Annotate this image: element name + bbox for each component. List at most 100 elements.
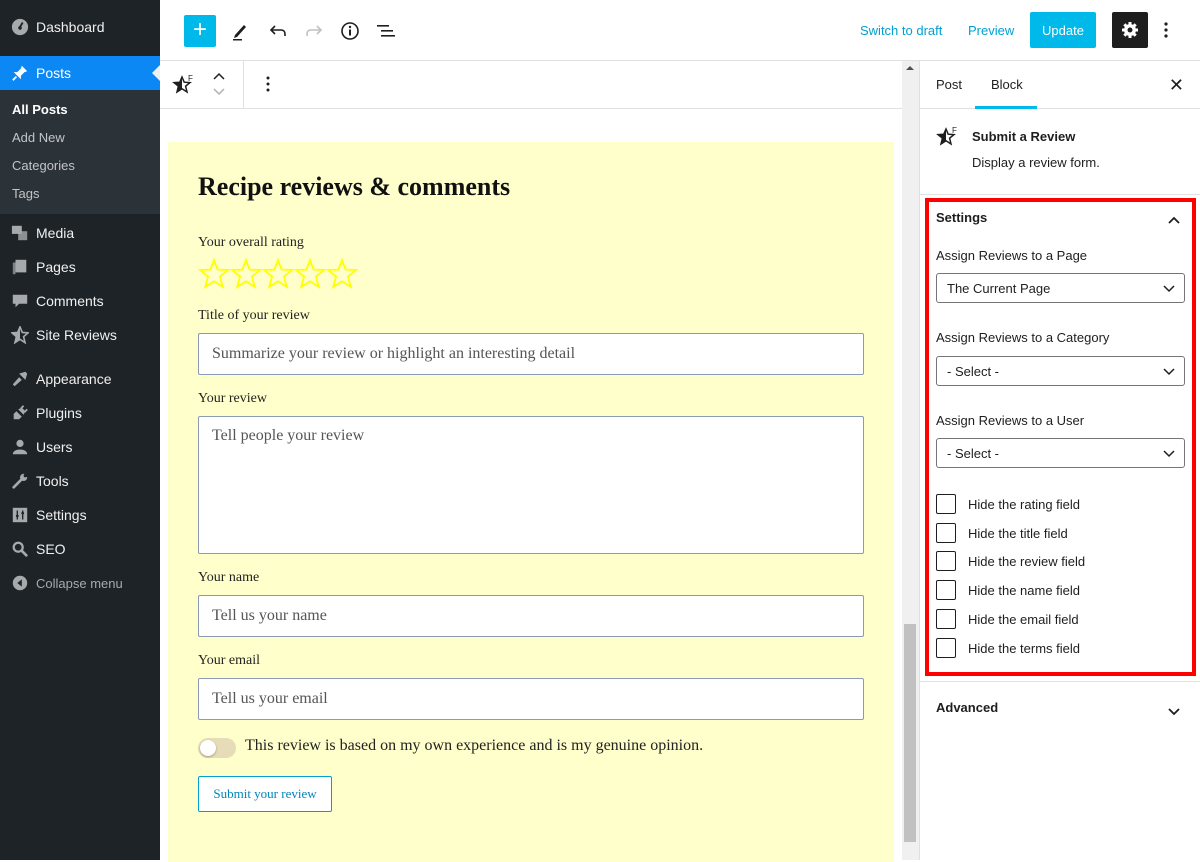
sidebar-item-label: Appearance xyxy=(36,371,112,387)
submenu-tags[interactable]: Tags xyxy=(0,180,160,208)
submenu-all-posts[interactable]: All Posts xyxy=(0,96,160,124)
user-icon xyxy=(10,437,30,457)
details-button[interactable] xyxy=(334,15,366,47)
block-toolbar: F xyxy=(160,61,902,109)
review-block-icon: F xyxy=(172,74,193,94)
sidebar-item-label: Tools xyxy=(36,473,69,489)
name-label: Your name xyxy=(198,570,260,585)
undo-button[interactable] xyxy=(262,15,294,47)
review-textarea[interactable]: Tell people your review xyxy=(198,416,864,554)
sidebar-item-label: Pages xyxy=(36,259,76,275)
info-icon xyxy=(341,22,359,40)
chevron-down-icon xyxy=(213,88,225,96)
scroll-up-arrow-icon[interactable] xyxy=(906,66,914,70)
close-icon[interactable]: ✕ xyxy=(1169,75,1184,96)
preview-button[interactable]: Preview xyxy=(968,23,1014,38)
block-heading: Recipe reviews & comments xyxy=(198,172,511,201)
undo-icon xyxy=(269,25,286,36)
list-view-icon xyxy=(377,25,395,37)
add-block-button[interactable]: + xyxy=(184,15,216,47)
email-input[interactable]: Tell us your email xyxy=(198,678,864,720)
search-icon xyxy=(10,539,30,559)
settings-toggle-button[interactable] xyxy=(1112,12,1148,48)
review-title-input[interactable]: Summarize your review or highlight an in… xyxy=(198,333,864,375)
sidebar-item-appearance[interactable]: Appearance xyxy=(0,362,160,396)
rating-star-icon[interactable] xyxy=(262,258,294,290)
submit-review-block[interactable]: Recipe reviews & comments Your overall r… xyxy=(168,142,894,862)
collapse-icon xyxy=(10,573,30,593)
admin-sidebar: Dashboard Posts All Posts Add New Catego… xyxy=(0,0,160,860)
rating-star-icon[interactable] xyxy=(294,258,326,290)
tab-post[interactable]: Post xyxy=(936,77,962,92)
tools-button[interactable] xyxy=(224,15,256,47)
submit-review-button[interactable]: Submit your review xyxy=(198,776,332,812)
chevron-up-icon xyxy=(213,72,225,80)
name-input[interactable]: Tell us your name xyxy=(198,595,864,637)
sidebar-item-plugins[interactable]: Plugins xyxy=(0,396,160,430)
sidebar-item-site-reviews[interactable]: Site Reviews xyxy=(0,318,160,352)
more-options-button[interactable] xyxy=(1156,14,1176,46)
sidebar-item-settings[interactable]: Settings xyxy=(0,498,160,532)
submenu-add-new[interactable]: Add New xyxy=(0,124,160,152)
block-card-title: Submit a Review xyxy=(972,129,1076,144)
canvas-scrollbar[interactable] xyxy=(902,61,919,860)
pin-icon xyxy=(10,63,30,83)
block-card: F Submit a Review Display a review form. xyxy=(920,109,1200,195)
sidebar-item-label: Media xyxy=(36,225,75,241)
sidebar-item-media[interactable]: Media xyxy=(0,216,160,250)
svg-text:F: F xyxy=(952,126,957,135)
pages-icon xyxy=(10,257,30,277)
redo-button[interactable] xyxy=(298,15,330,47)
gear-icon xyxy=(1122,22,1138,38)
posts-submenu: All Posts Add New Categories Tags xyxy=(0,90,160,214)
block-type-button[interactable]: F xyxy=(172,73,196,97)
sidebar-item-label: Users xyxy=(36,439,73,455)
collapse-menu-label: Collapse menu xyxy=(36,575,123,591)
media-icon xyxy=(10,223,30,243)
rating-star-icon[interactable] xyxy=(230,258,262,290)
sidebar-item-comments[interactable]: Comments xyxy=(0,284,160,318)
star-icon xyxy=(10,325,30,345)
chevron-down-icon xyxy=(1168,708,1180,716)
editor-canvas: Recipe reviews & comments Your overall r… xyxy=(160,110,902,862)
sidebar-item-users[interactable]: Users xyxy=(0,430,160,464)
kebab-icon xyxy=(266,76,270,92)
move-down-button[interactable] xyxy=(212,85,226,100)
list-view-button[interactable] xyxy=(370,15,402,47)
toggle-knob xyxy=(200,740,216,756)
rating-star-icon[interactable] xyxy=(198,258,230,290)
review-label: Your review xyxy=(198,391,267,406)
terms-label: This review is based on my own experienc… xyxy=(245,737,704,754)
wrench-icon xyxy=(10,471,30,491)
tab-block[interactable]: Block xyxy=(991,77,1023,92)
pencil-icon xyxy=(233,25,246,41)
plus-icon: + xyxy=(192,16,207,43)
sidebar-item-posts[interactable]: Posts xyxy=(0,56,160,90)
advanced-expand-button[interactable] xyxy=(1168,704,1180,719)
sidebar-item-label: Comments xyxy=(36,293,104,309)
sidebar-item-label: Plugins xyxy=(36,405,82,421)
rating-star-icon[interactable] xyxy=(326,258,358,290)
update-button[interactable]: Update xyxy=(1030,12,1096,48)
sidebar-item-tools[interactable]: Tools xyxy=(0,464,160,498)
sidebar-item-dashboard[interactable]: Dashboard xyxy=(0,10,160,44)
move-up-button[interactable] xyxy=(212,69,226,84)
sidebar-tabs: Post Block ✕ xyxy=(920,61,1200,109)
panel-divider xyxy=(920,681,1200,682)
comments-icon xyxy=(10,291,30,311)
sidebar-item-label: Dashboard xyxy=(36,19,105,35)
sidebar-item-seo[interactable]: SEO xyxy=(0,532,160,566)
switch-to-draft-button[interactable]: Switch to draft xyxy=(860,23,942,38)
sidebar-item-pages[interactable]: Pages xyxy=(0,250,160,284)
collapse-menu-button[interactable]: Collapse menu xyxy=(0,566,160,600)
submenu-categories[interactable]: Categories xyxy=(0,152,160,180)
toolbar-divider xyxy=(243,61,244,109)
block-options-button[interactable] xyxy=(258,75,278,95)
rating-stars[interactable] xyxy=(198,258,358,290)
advanced-panel-title[interactable]: Advanced xyxy=(936,700,998,715)
title-label: Title of your review xyxy=(198,308,310,323)
email-label: Your email xyxy=(198,653,260,668)
terms-toggle[interactable] xyxy=(198,738,236,758)
scrollbar-thumb[interactable] xyxy=(904,624,916,842)
paintbrush-icon xyxy=(10,369,30,389)
